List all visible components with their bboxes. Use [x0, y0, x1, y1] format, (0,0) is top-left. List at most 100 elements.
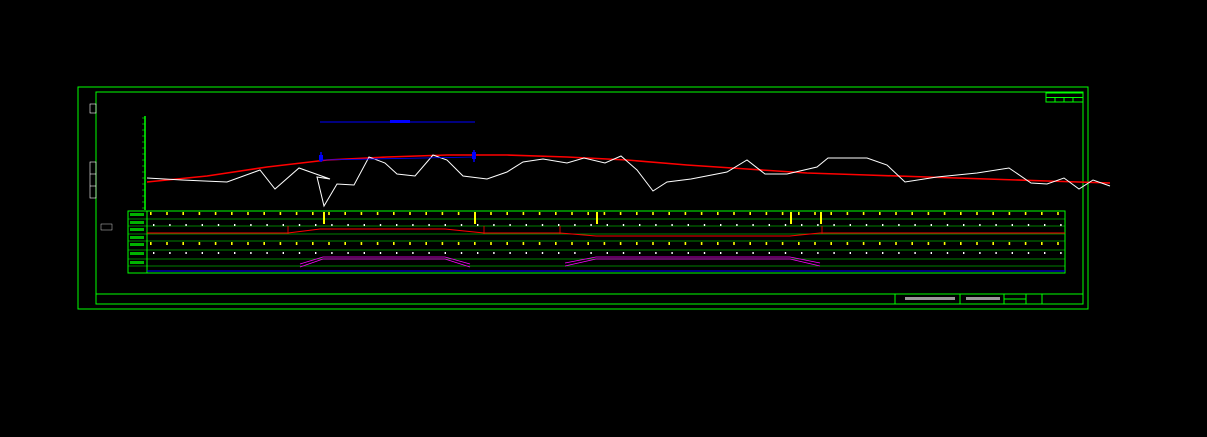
- station-tick: [865, 224, 868, 226]
- station-tick: [1011, 224, 1013, 226]
- station-marker: [943, 242, 946, 245]
- station-marker: [960, 242, 962, 245]
- station-tick: [347, 252, 349, 254]
- station-tick: [1011, 252, 1013, 254]
- station-tick: [266, 252, 268, 254]
- table-row-label: [130, 236, 144, 239]
- station-marker: [814, 242, 816, 245]
- station-marker: [879, 212, 881, 215]
- table-row-label: [130, 228, 144, 231]
- station-marker: [393, 212, 395, 215]
- station-tick: [736, 224, 738, 226]
- station-marker: [1041, 242, 1043, 245]
- station-marker: [749, 242, 751, 245]
- station-marker: [247, 212, 249, 215]
- station-marker: [522, 242, 525, 245]
- station-marker: [798, 242, 800, 245]
- station-marker: [619, 242, 622, 245]
- station-marker: [846, 212, 849, 215]
- station-marker: [879, 242, 881, 245]
- elevation-scale-axis: [142, 116, 146, 210]
- station-tick: [298, 252, 301, 254]
- station-marker: [571, 242, 573, 245]
- curve-band: [564, 256, 821, 264]
- station-tick: [282, 224, 284, 226]
- station-tick: [768, 252, 770, 254]
- station-tick: [784, 224, 787, 226]
- station-tick: [460, 252, 463, 254]
- station-marker: [636, 242, 638, 245]
- station-marker: [733, 242, 735, 245]
- table-row-label: [130, 261, 144, 264]
- station-marker: [457, 242, 460, 245]
- station-marker: [765, 212, 768, 215]
- station-marker: [1008, 212, 1011, 215]
- station-marker: [409, 212, 411, 215]
- station-marker: [198, 212, 201, 215]
- station-marker: [457, 212, 460, 215]
- station-tick: [882, 252, 884, 254]
- station-marker: [182, 212, 184, 215]
- station-tick: [801, 252, 803, 254]
- station-tick: [995, 224, 997, 226]
- station-tick: [266, 224, 268, 226]
- station-marker: [992, 242, 994, 245]
- station-tick: [590, 252, 592, 254]
- station-marker: [538, 242, 541, 245]
- station-tick: [946, 252, 949, 254]
- curve-band: [299, 256, 471, 265]
- station-tick: [639, 224, 641, 226]
- station-marker: [733, 212, 735, 215]
- station-tick: [979, 224, 981, 226]
- station-marker: [911, 212, 913, 215]
- station-tick: [444, 224, 446, 226]
- station-tick: [687, 252, 689, 254]
- station-tick: [541, 252, 544, 254]
- station-marker: [668, 242, 670, 245]
- station-marker: [862, 212, 865, 215]
- station-marker: [166, 242, 168, 245]
- station-tick: [363, 252, 365, 254]
- station-tick: [736, 252, 738, 254]
- station-tick: [752, 252, 754, 254]
- station-marker: [263, 242, 265, 245]
- major-station-marker: [474, 212, 476, 224]
- station-tick: [752, 224, 754, 226]
- station-tick: [396, 252, 398, 254]
- station-tick: [898, 252, 900, 254]
- title-block: [894, 294, 1043, 304]
- station-marker: [717, 242, 719, 245]
- station-marker: [425, 242, 427, 245]
- station-tick: [509, 252, 511, 254]
- station-marker: [538, 212, 541, 215]
- station-tick: [606, 252, 608, 254]
- outer-frame: [77, 86, 1089, 310]
- station-tick: [622, 252, 625, 254]
- station-marker: [474, 242, 476, 245]
- station-marker: [895, 242, 897, 245]
- station-tick: [622, 224, 625, 226]
- station-marker: [830, 242, 832, 245]
- station-marker: [166, 212, 168, 215]
- station-tick: [217, 252, 220, 254]
- station-marker: [344, 212, 346, 215]
- station-marker: [231, 242, 233, 245]
- station-tick: [428, 252, 430, 254]
- station-marker: [279, 242, 282, 245]
- station-tick: [525, 224, 527, 226]
- station-marker: [490, 242, 492, 245]
- station-tick: [882, 224, 884, 226]
- station-tick: [574, 224, 576, 226]
- station-marker: [247, 242, 249, 245]
- station-tick: [671, 224, 673, 226]
- station-tick: [379, 224, 382, 226]
- station-tick: [493, 252, 495, 254]
- station-tick: [720, 224, 722, 226]
- profile-data-table: [127, 210, 1066, 274]
- station-marker: [668, 212, 670, 215]
- station-marker: [700, 242, 703, 245]
- station-marker: [830, 212, 832, 215]
- station-tick: [1060, 224, 1062, 226]
- station-tick: [493, 224, 495, 226]
- station-tick: [525, 252, 527, 254]
